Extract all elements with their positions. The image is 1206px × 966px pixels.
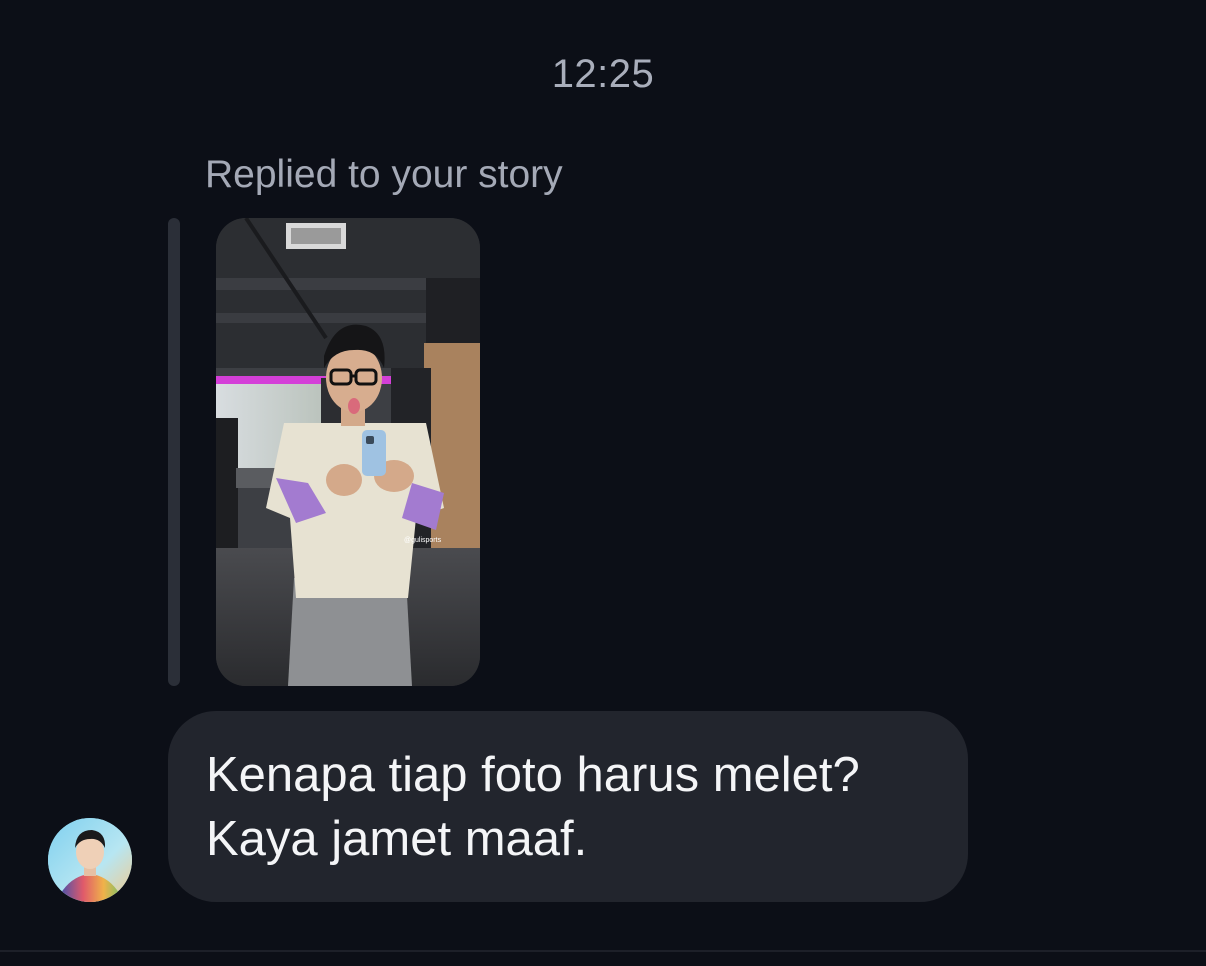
avatar-image	[48, 818, 132, 902]
sender-avatar[interactable]	[48, 818, 132, 902]
story-thumbnail[interactable]: @gulisports	[216, 218, 480, 686]
composer-divider	[0, 950, 1206, 952]
message-timestamp: 12:25	[551, 52, 655, 96]
message-line-1: Kenapa tiap foto harus melet?	[206, 748, 860, 802]
story-reply-label: Replied to your story	[205, 153, 563, 196]
message-line-2: Kaya jamet maaf.	[206, 812, 588, 866]
message-bubble[interactable]: Kenapa tiap foto harus melet? Kaya jamet…	[168, 711, 968, 902]
reply-indicator-bar	[168, 218, 180, 686]
story-photo: @gulisports	[216, 218, 480, 686]
message-text: Kenapa tiap foto harus melet? Kaya jamet…	[206, 743, 930, 871]
story-watermark: @gulisports	[404, 537, 442, 544]
chat-thread: 12:25 Replied to your story @gulisports …	[0, 0, 1206, 966]
